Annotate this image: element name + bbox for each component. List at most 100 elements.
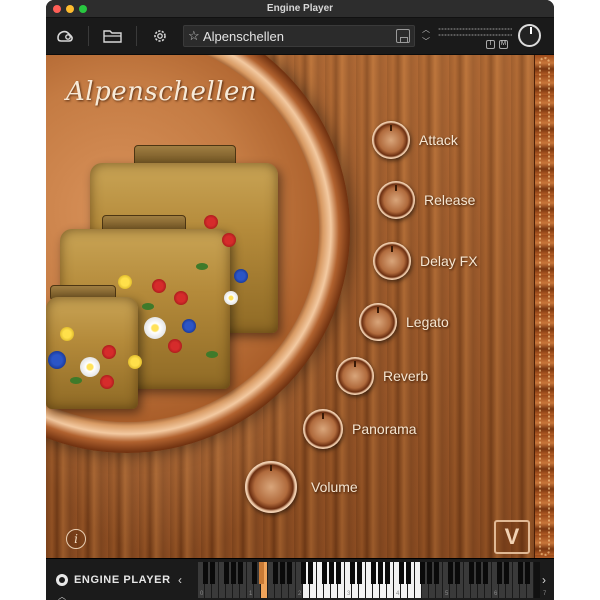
piano-black-key[interactable]	[371, 562, 376, 584]
folder-icon[interactable]	[102, 26, 124, 46]
piano-black-key[interactable]	[210, 562, 215, 584]
piano-black-key[interactable]	[420, 562, 425, 584]
panorama-knob[interactable]	[303, 409, 343, 449]
attack-knob[interactable]	[372, 121, 410, 159]
leaf-decoration	[206, 351, 218, 358]
piano-black-key[interactable]	[434, 562, 439, 584]
piano-black-key[interactable]	[427, 562, 432, 584]
knob-indicator	[270, 465, 272, 471]
favorite-star-icon[interactable]: ☆	[188, 28, 200, 44]
flower-decoration	[128, 355, 142, 369]
piano-black-key[interactable]	[504, 562, 509, 584]
flower-decoration	[182, 319, 196, 333]
app-window: Engine Player ☆ Alpenschellen ︿ ﹀ I M Al…	[46, 0, 554, 600]
octave-number: 3	[347, 591, 351, 597]
piano-black-key[interactable]	[378, 562, 383, 584]
chevron-up-icon[interactable]: ︿	[58, 591, 66, 600]
piano-black-key[interactable]	[287, 562, 292, 584]
instrument-title: Alpenschellen	[66, 77, 258, 107]
midi-monitor-button[interactable]: M	[499, 40, 508, 49]
info-button[interactable]: i	[66, 529, 86, 549]
leaf-decoration	[196, 263, 208, 270]
flower-decoration	[118, 275, 132, 289]
piano-black-key[interactable]	[238, 562, 243, 584]
volume-knob[interactable]	[245, 461, 297, 513]
flower-decoration	[100, 375, 114, 389]
toolbar-divider	[136, 26, 137, 46]
piano-black-key[interactable]	[525, 562, 530, 584]
piano-black-key[interactable]	[497, 562, 502, 584]
piano-keyboard[interactable]: 0 1 2 3 4 5 6 7	[198, 562, 546, 598]
reverb-label: Reverb	[383, 368, 429, 384]
midi-input-button[interactable]: I	[486, 40, 495, 49]
piano-black-key[interactable]	[350, 562, 355, 584]
piano-black-key[interactable]	[469, 562, 474, 584]
knob-indicator	[322, 413, 324, 419]
footer-brand: ENGINE PLAYER	[74, 574, 171, 586]
flower-decoration	[174, 291, 188, 305]
window-title: Engine Player	[266, 3, 334, 14]
piano-black-key[interactable]	[385, 562, 390, 584]
piano-black-key[interactable]	[252, 562, 257, 584]
octave-number: 4	[396, 591, 400, 597]
flower-decoration	[102, 345, 116, 359]
master-volume-knob[interactable]	[518, 24, 541, 47]
octave-number: 6	[494, 591, 498, 597]
release-knob[interactable]	[377, 181, 415, 219]
footer-bar: ENGINE PLAYER ︿ ‹ 0 1 2 3 4 5 6 7 ›	[46, 558, 554, 600]
flower-decoration	[152, 279, 166, 293]
piano-black-key[interactable]	[455, 562, 460, 584]
piano-black-key[interactable]	[399, 562, 404, 584]
piano-black-key[interactable]	[203, 562, 208, 584]
knob-indicator	[395, 185, 397, 191]
piano-black-key[interactable]	[357, 562, 362, 584]
knob-indicator	[354, 361, 356, 367]
piano-black-key[interactable]	[301, 562, 306, 584]
engine-player-logo-icon	[56, 574, 68, 586]
piano-black-key[interactable]	[406, 562, 411, 584]
knob-indicator	[390, 125, 392, 131]
preset-selector[interactable]: ☆ Alpenschellen	[183, 25, 415, 47]
delay-fx-knob[interactable]	[373, 242, 411, 280]
reverb-knob[interactable]	[336, 357, 374, 395]
piano-black-key[interactable]	[329, 562, 334, 584]
save-preset-icon[interactable]	[396, 29, 410, 43]
piano-black-key[interactable]	[280, 562, 285, 584]
piano-black-key[interactable]	[518, 562, 523, 584]
piano-black-key[interactable]	[448, 562, 453, 584]
piano-black-key[interactable]	[224, 562, 229, 584]
piano-black-key[interactable]	[259, 562, 264, 584]
meter-channel-right	[438, 33, 512, 37]
chevron-up-icon[interactable]: ︿	[420, 24, 432, 36]
octave-number: 2	[298, 591, 302, 597]
octave-right-arrow-icon[interactable]: ›	[542, 573, 546, 587]
piano-black-key[interactable]	[322, 562, 327, 584]
chevron-down-icon[interactable]: ﹀	[420, 36, 432, 48]
leaf-decoration	[70, 377, 82, 384]
instrument-panel: Alpenschellen Attack Release Delay FX Le…	[46, 55, 554, 558]
piano-black-key[interactable]	[476, 562, 481, 584]
attack-label: Attack	[419, 132, 458, 148]
octave-number: 0	[200, 591, 204, 597]
preset-navigation: ︿ ﹀	[420, 24, 432, 48]
piano-black-key[interactable]	[336, 562, 341, 584]
octave-left-arrow-icon[interactable]: ‹	[178, 573, 182, 587]
piano-black-key[interactable]	[308, 562, 313, 584]
control-attack: Attack	[372, 121, 458, 159]
piano-black-key[interactable]	[231, 562, 236, 584]
control-release: Release	[377, 181, 475, 219]
flower-decoration	[234, 269, 248, 283]
engine-logo-icon[interactable]	[54, 26, 76, 46]
release-label: Release	[424, 192, 476, 208]
panorama-label: Panorama	[352, 421, 417, 437]
leaf-decoration	[142, 303, 154, 310]
control-delay-fx: Delay FX	[373, 242, 478, 280]
knob-indicator	[377, 307, 379, 313]
control-panorama: Panorama	[303, 409, 417, 449]
piano-black-key[interactable]	[273, 562, 278, 584]
piano-black-key[interactable]	[483, 562, 488, 584]
flower-decoration	[224, 291, 238, 305]
legato-knob[interactable]	[359, 303, 397, 341]
carved-ornament-border	[534, 55, 554, 558]
gear-icon[interactable]	[150, 26, 170, 46]
